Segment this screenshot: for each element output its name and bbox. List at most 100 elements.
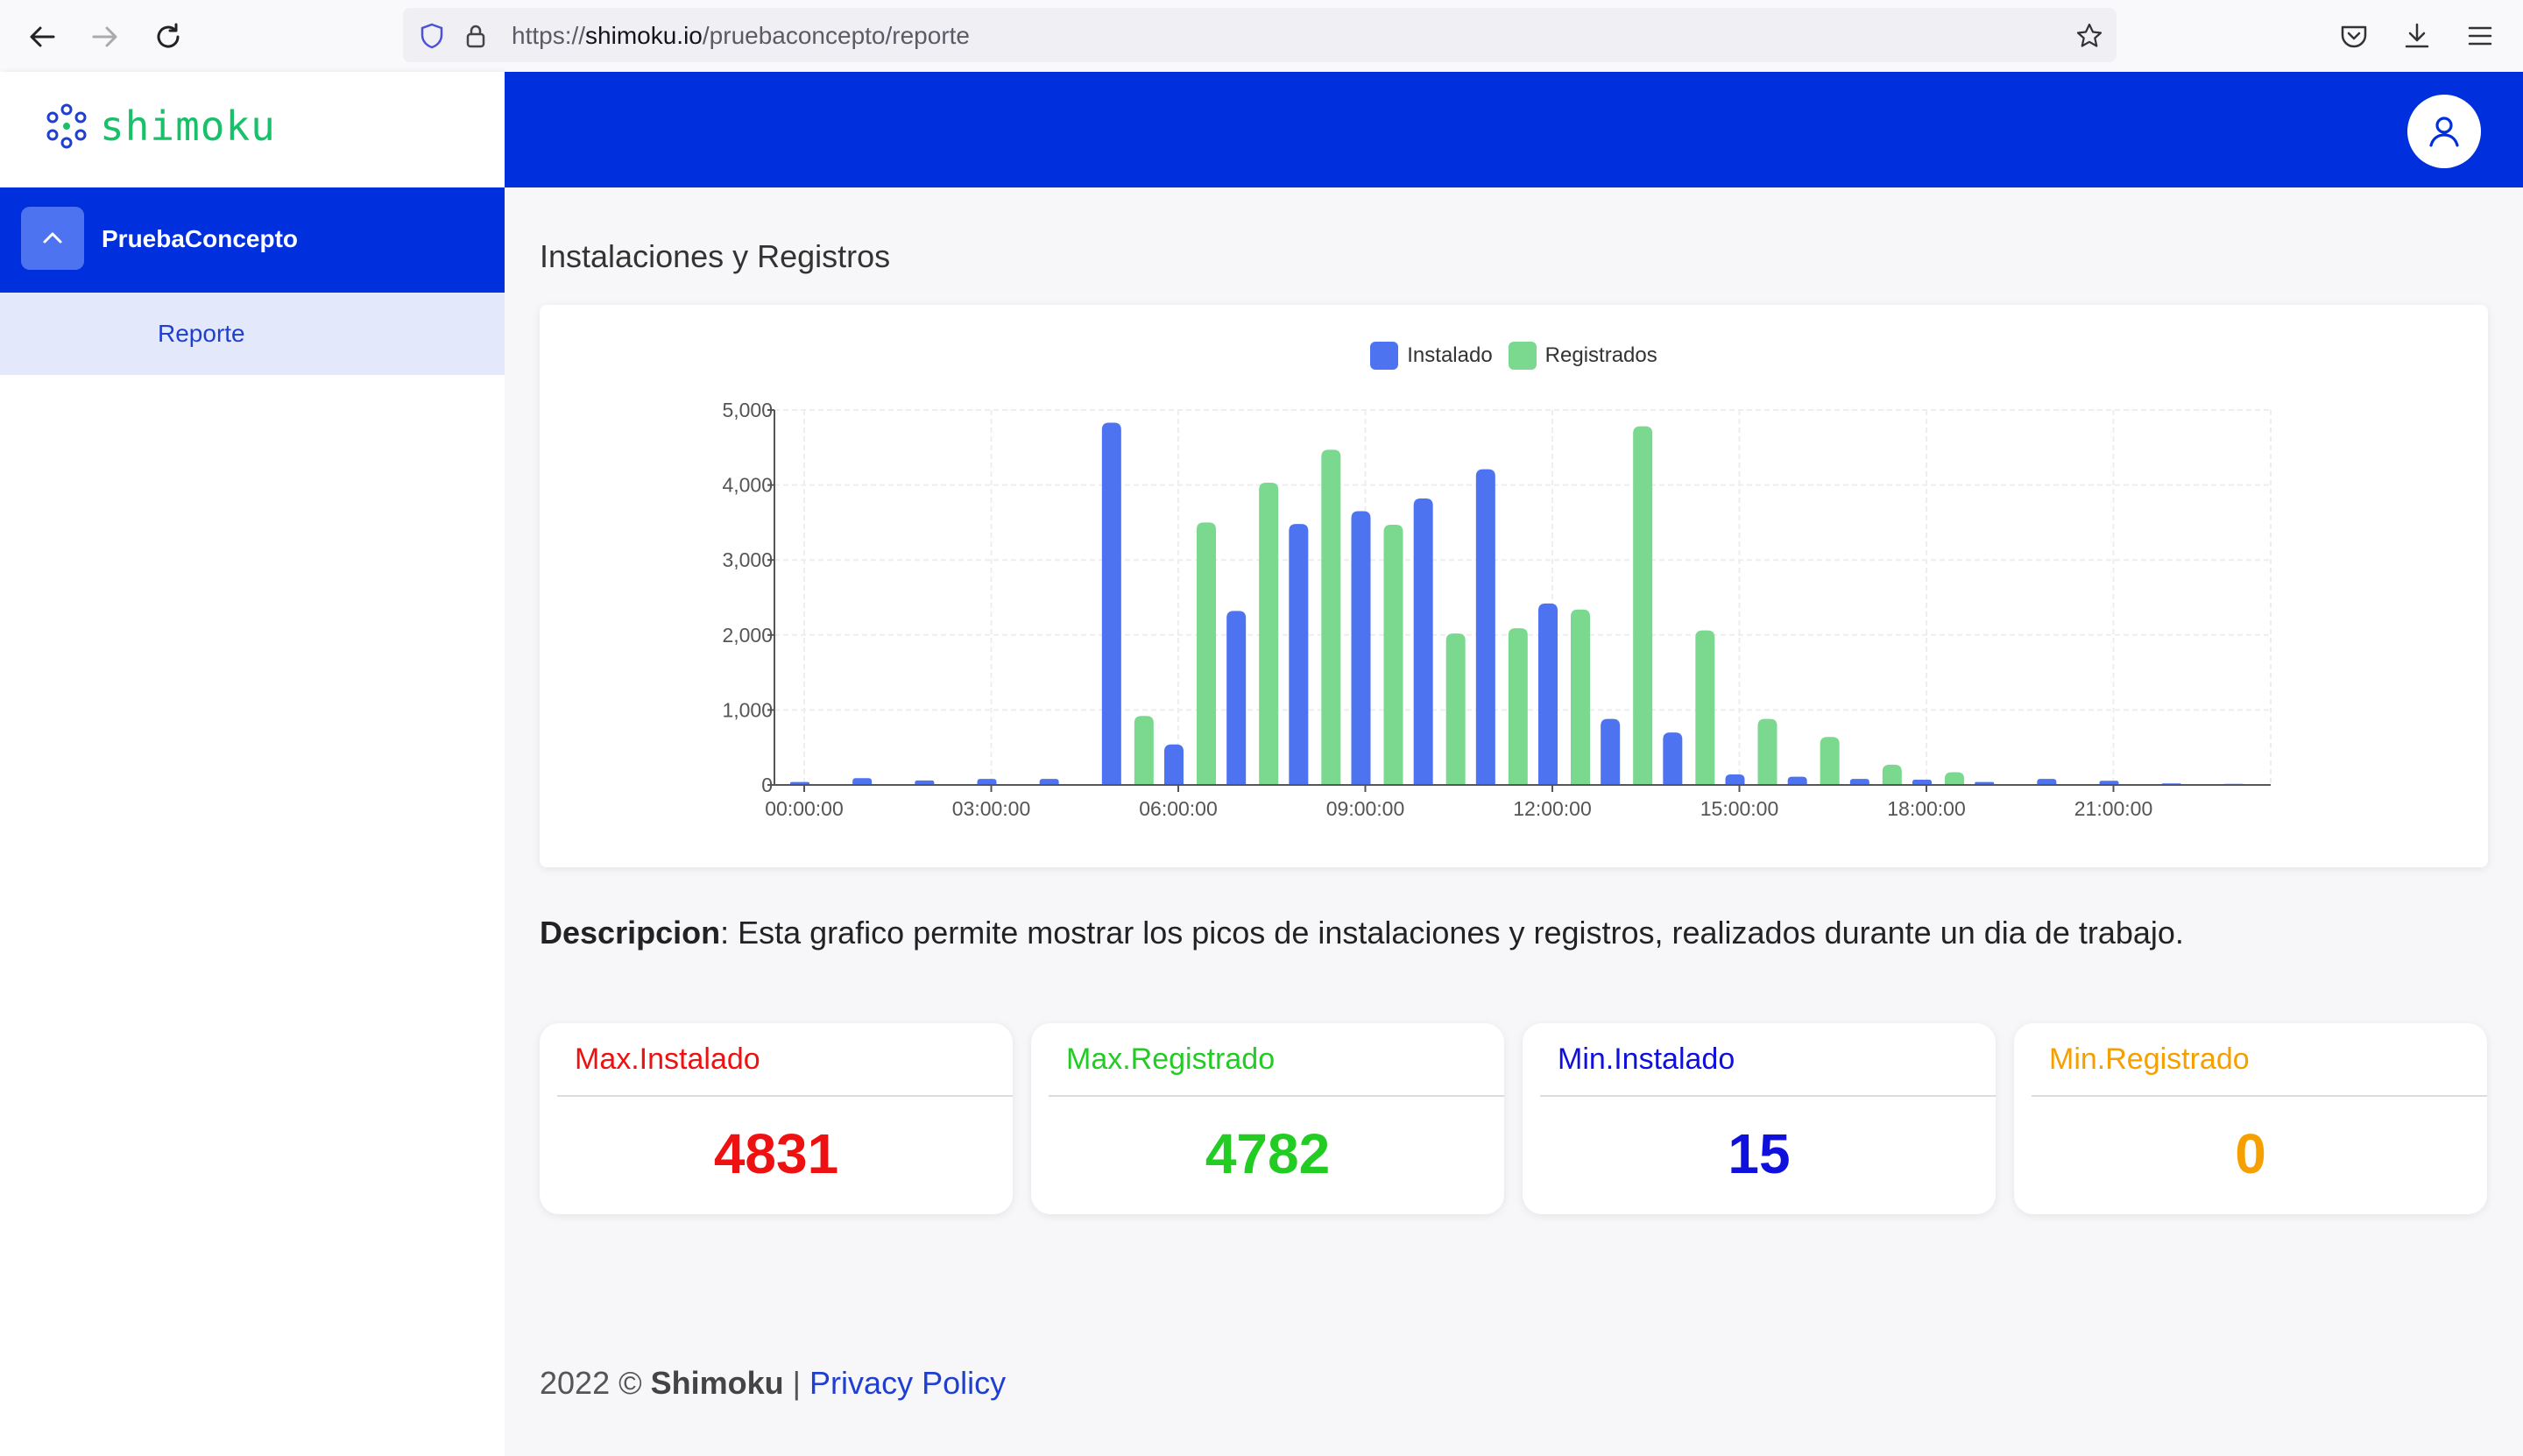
bar-registrados bbox=[1321, 449, 1341, 785]
footer: 2022 © Shimoku | Privacy Policy bbox=[540, 1365, 1006, 1402]
bar-registrados bbox=[1820, 737, 1840, 785]
kpi-title: Min.Registrado bbox=[2049, 1043, 2250, 1076]
x-tick-label: 15:00:00 bbox=[1700, 797, 1779, 820]
kpi-value: 4782 bbox=[1205, 1122, 1331, 1185]
kpi-title: Max.Instalado bbox=[575, 1043, 760, 1076]
kpi-card-min-instalado: Min.Instalado 15 bbox=[1523, 1023, 1996, 1214]
chevron-up-icon bbox=[43, 232, 62, 244]
y-tick-label: 2,000 bbox=[722, 624, 773, 647]
sidebar: shimoku PruebaConcepto Reporte bbox=[0, 72, 505, 1456]
bar-registrados bbox=[1134, 716, 1154, 785]
sidebar-group-label: PruebaConcepto bbox=[102, 225, 299, 252]
user-avatar[interactable] bbox=[2407, 95, 2481, 168]
logo[interactable]: shimoku bbox=[42, 102, 276, 151]
x-tick-label: 12:00:00 bbox=[1513, 797, 1592, 820]
main-content: Instalaciones y Registros Instalado Regi… bbox=[505, 187, 2523, 1456]
shimoku-logo-icon bbox=[46, 103, 87, 149]
bar-instalado bbox=[2037, 779, 2057, 785]
browser-toolbar: https://shimoku.io/pruebaconcepto/report… bbox=[0, 0, 2523, 73]
forward-icon[interactable] bbox=[88, 19, 123, 54]
bar-chart: 0 1,000 2,000 3,000 4,000 5,000 00:00:00 03:00:… bbox=[722, 399, 2272, 820]
bar-instalado bbox=[1413, 498, 1433, 785]
y-tick-label: 5,000 bbox=[722, 399, 773, 421]
bar-instalado bbox=[1787, 776, 1807, 785]
x-tick-label: 03:00:00 bbox=[952, 797, 1031, 820]
bar-registrados bbox=[1945, 772, 1964, 785]
bar-instalado bbox=[1164, 744, 1184, 785]
bar-registrados bbox=[1757, 718, 1777, 785]
bar-instalado bbox=[1289, 524, 1309, 785]
x-tick-label: 18:00:00 bbox=[1887, 797, 1966, 820]
kpi-title: Max.Registrado bbox=[1066, 1043, 1276, 1076]
bar-registrados bbox=[1508, 628, 1528, 785]
shield-icon[interactable] bbox=[417, 21, 447, 51]
sidebar-item-reporte[interactable]: Reporte bbox=[0, 293, 505, 375]
logo-text: shimoku bbox=[100, 102, 276, 150]
bar-registrados bbox=[1197, 522, 1216, 785]
user-icon bbox=[2429, 117, 2459, 147]
footer-year: 2022 © bbox=[540, 1365, 642, 1401]
y-tick-label: 3,000 bbox=[722, 548, 773, 571]
menu-icon[interactable] bbox=[2463, 19, 2497, 53]
bar-instalado bbox=[977, 779, 997, 785]
url-text[interactable]: https://shimoku.io/pruebaconcepto/report… bbox=[512, 22, 970, 50]
kpi-divider bbox=[1049, 1095, 1504, 1097]
sidebar-group-pruebaconcepto[interactable]: PruebaConcepto bbox=[0, 187, 505, 293]
kpi-card-max-registrado: Max.Registrado 4782 bbox=[1031, 1023, 1504, 1214]
bar-instalado bbox=[852, 778, 873, 785]
lock-icon bbox=[466, 25, 485, 48]
bar-instalado bbox=[1351, 511, 1371, 785]
bar-instalado bbox=[1538, 603, 1558, 785]
bar-instalado bbox=[1475, 469, 1495, 785]
kpi-value: 15 bbox=[1728, 1122, 1791, 1185]
y-tick-label: 1,000 bbox=[722, 698, 773, 721]
url-scheme: https:// bbox=[512, 22, 586, 49]
section-title: Instalaciones y Registros bbox=[540, 238, 891, 274]
kpi-divider bbox=[1540, 1095, 1996, 1097]
bar-instalado bbox=[1601, 718, 1621, 785]
url-host: shimoku.io bbox=[585, 22, 703, 49]
url-bar[interactable]: https://shimoku.io/pruebaconcepto/report… bbox=[403, 8, 2117, 62]
chart-card: Instalado Registrados 0 1,000 2,000 3,000 4,… bbox=[540, 305, 2488, 867]
bar-instalado bbox=[1663, 732, 1683, 785]
bookmark-star-icon[interactable] bbox=[2074, 21, 2104, 51]
bar-registrados bbox=[1571, 609, 1590, 785]
y-tick-label: 4,000 bbox=[722, 474, 773, 497]
x-tick-label: 06:00:00 bbox=[1139, 797, 1218, 820]
kpi-value: 0 bbox=[2235, 1122, 2266, 1185]
bar-registrados bbox=[1259, 483, 1279, 785]
back-icon[interactable] bbox=[25, 19, 60, 54]
top-header bbox=[505, 72, 2523, 187]
url-path: /pruebaconcepto/reporte bbox=[702, 22, 970, 49]
bar-instalado bbox=[1039, 779, 1059, 785]
bar-instalado bbox=[1849, 779, 1869, 785]
footer-brand: Shimoku bbox=[650, 1365, 784, 1401]
kpi-divider bbox=[557, 1095, 1013, 1097]
x-tick-label: 00:00:00 bbox=[765, 797, 844, 820]
bar-instalado bbox=[1101, 422, 1121, 785]
description-label: Descripcion bbox=[540, 915, 721, 951]
bar-registrados bbox=[1445, 633, 1466, 785]
privacy-policy-link[interactable]: Privacy Policy bbox=[809, 1365, 1006, 1401]
bar-registrados bbox=[1882, 764, 1902, 785]
download-icon[interactable] bbox=[2400, 19, 2434, 53]
collapse-toggle[interactable] bbox=[21, 207, 84, 270]
bar-registrados bbox=[1695, 630, 1715, 785]
bar-registrados bbox=[1383, 524, 1403, 785]
kpi-card-min-registrado: Min.Registrado 0 bbox=[2014, 1023, 2487, 1214]
kpi-value: 4831 bbox=[713, 1122, 839, 1185]
sidebar-item-label: Reporte bbox=[158, 320, 245, 347]
kpi-title: Min.Instalado bbox=[1558, 1043, 1735, 1076]
description: Descripcion: Esta grafico permite mostra… bbox=[540, 915, 2184, 951]
kpi-divider bbox=[2032, 1095, 2487, 1097]
reload-icon[interactable] bbox=[151, 19, 186, 54]
footer-separator: | bbox=[792, 1365, 802, 1401]
bar-registrados bbox=[1633, 426, 1653, 785]
bar-instalado bbox=[1226, 611, 1247, 785]
bar-instalado bbox=[1725, 774, 1745, 785]
y-tick-label: 0 bbox=[761, 774, 773, 796]
description-text: : Esta grafico permite mostrar los picos… bbox=[720, 915, 2184, 951]
pocket-icon[interactable] bbox=[2337, 19, 2371, 53]
x-tick-label: 09:00:00 bbox=[1326, 797, 1405, 820]
kpi-card-max-instalado: Max.Instalado 4831 bbox=[540, 1023, 1013, 1214]
